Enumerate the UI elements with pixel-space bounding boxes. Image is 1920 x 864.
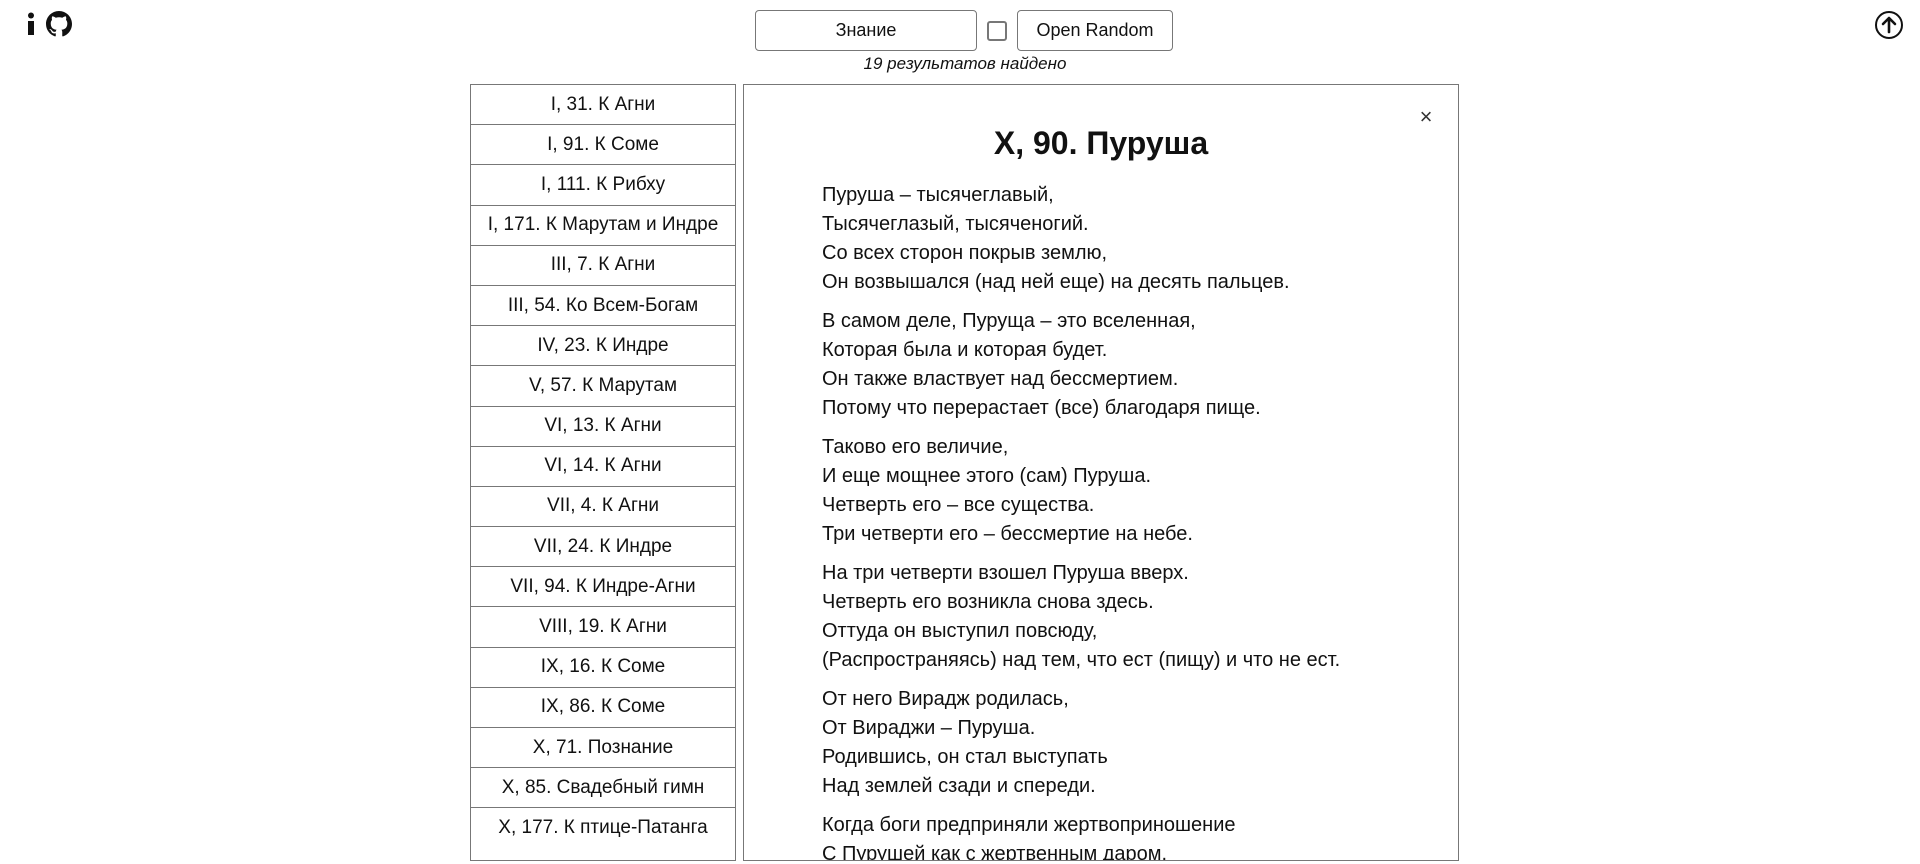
hymn-text: Пуруша – тысячеглавый, Тысячеглазый, тыся… [822, 181, 1442, 861]
reader-panel: × X, 90. Пуруша Пуруша – тысячеглавый, Ты… [743, 84, 1459, 861]
hymn-list-item[interactable]: VII, 24. К Индре [471, 527, 735, 568]
info-icon[interactable] [24, 10, 38, 38]
hymn-list-item[interactable]: VI, 13. К Агни [471, 407, 735, 447]
search-bar: Open Random [755, 10, 1173, 51]
stanza: В самом деле, Пурущa – это вселенная, Кот… [822, 307, 1442, 423]
verse-line: Четверть его – все существа. [822, 494, 1095, 516]
hymn-list-item[interactable]: VII, 4. К Агни [471, 487, 735, 528]
stanza: Когда боги предприняли жертвоприношение С… [822, 811, 1442, 861]
hymn-list-item[interactable]: I, 31. К Агни [471, 85, 735, 126]
filter-checkbox[interactable] [987, 20, 1007, 41]
hymn-title: X, 90. Пуруша [993, 125, 1209, 161]
hymn-list-item[interactable]: III, 54. Ко Всем-Богам [471, 286, 735, 327]
hymn-list-item[interactable]: IV, 23. К Индре [471, 326, 735, 367]
stanza: Таково его величие, И еще мощнее этого (с… [822, 433, 1442, 549]
verse-line: В самом деле, Пурущa – это вселенная, [822, 310, 1196, 332]
github-icon[interactable] [46, 11, 72, 37]
hymn-list-item[interactable]: V, 57. К Марутам [471, 366, 735, 407]
hymn-list-item[interactable]: X, 71. Познание [471, 728, 735, 769]
verse-line: Тысячеглазый, тысяченогий. [822, 213, 1089, 235]
verse-line: Родившись, он стал выступать [822, 746, 1108, 768]
open-random-button[interactable]: Open Random [1017, 10, 1173, 51]
arrow-up-circle-icon[interactable] [1874, 11, 1904, 44]
hymn-list-item[interactable]: I, 91. К Соме [471, 125, 735, 166]
top-left-toolbar [24, 10, 72, 38]
verse-line: Со всех сторон покрыв землю, [822, 242, 1108, 264]
hymn-list-item[interactable]: VIII, 19. К Агни [471, 607, 735, 648]
results-count: 19 результатов найдено [863, 54, 1067, 73]
verse-line: Оттуда он выступил повсюду, [822, 620, 1098, 642]
stanza: Пуруша – тысячеглавый, Тысячеглазый, тыся… [822, 181, 1442, 297]
verse-line: Он также властвует над бессмертием. [822, 368, 1179, 390]
verse-line: С Пурушей как с жертвенным даром. [822, 843, 1168, 861]
top-right-toolbar [1874, 10, 1904, 45]
hymn-list-item[interactable]: X, 177. К птице-Патанга [471, 808, 735, 848]
hymn-list-item[interactable]: VI, 14. К Агни [471, 447, 735, 487]
search-input[interactable] [755, 10, 977, 51]
verse-line: Три четверти его – бессмертие на небе. [822, 523, 1193, 545]
hymn-list: I, 31. К Агни I, 91. К Соме I, 111. К Рибх… [470, 84, 736, 861]
stanza: От него Вирадж родилась, От Вираджи – Пур… [822, 685, 1442, 801]
verse-line: На три четверти взошел Пуруша вверх. [822, 562, 1189, 584]
hymn-list-item[interactable]: III, 7. К Агни [471, 246, 735, 286]
verse-line: Над землей сзади и спереди. [822, 775, 1096, 797]
verse-line: От него Вирадж родилась, [822, 688, 1069, 710]
verse-line: Которая была и которая будет. [822, 339, 1108, 361]
verse-line: Потому что перерастает (все) благодаря п… [822, 397, 1261, 419]
verse-line: Четверть его возникла снова здесь. [822, 591, 1154, 613]
hymn-list-item[interactable]: IX, 16. К Соме [471, 648, 735, 688]
verse-line: От Вираджи – Пуруша. [822, 717, 1036, 739]
verse-line: Когда боги предприняли жертвоприношение [822, 814, 1236, 836]
verse-line: (Распространяясь) над тем, что ест (пищу… [822, 649, 1341, 671]
verse-line: Таково его величие, [822, 436, 1009, 458]
verse-line: И еще мощнее этого (сам) Пуруша. [822, 465, 1152, 487]
hymn-list-item[interactable]: VII, 94. К Индре-Агни [471, 567, 735, 608]
hymn-list-item[interactable]: I, 171. К Марутам и Индре [471, 206, 735, 246]
verse-line: Пуруша – тысячеглавый, [822, 184, 1054, 206]
hymn-list-item[interactable]: X, 85. Свадебный гимн [471, 768, 735, 809]
verse-line: Он возвышался (над ней еще) на десять па… [822, 271, 1290, 293]
hymn-list-item[interactable]: IX, 86. К Соме [471, 688, 735, 728]
hymn-list-item[interactable]: I, 111. К Рибху [471, 165, 735, 206]
stanza: На три четверти взошел Пуруша вверх. Четв… [822, 559, 1442, 675]
